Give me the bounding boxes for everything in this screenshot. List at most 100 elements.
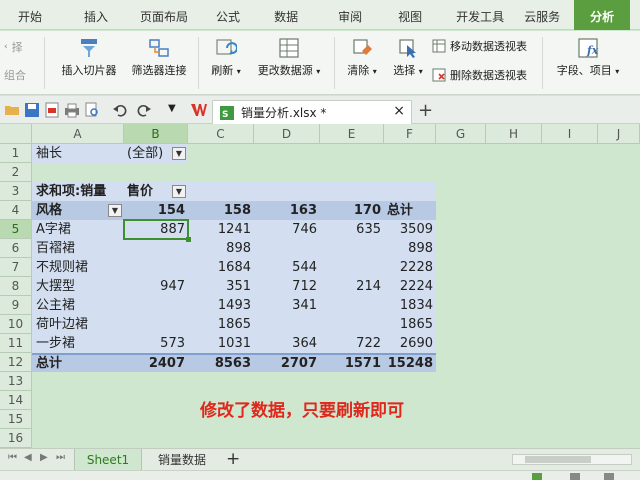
normal-view-icon[interactable]	[532, 473, 542, 480]
pivot-row-label[interactable]: 公主裙	[33, 296, 78, 315]
add-sheet-button[interactable]: +	[226, 449, 240, 469]
tab-developer[interactable]: 开发工具	[436, 0, 518, 30]
pivot-total-cell[interactable]: 2407	[124, 354, 188, 373]
select-all-corner[interactable]	[0, 124, 32, 144]
row-header[interactable]: 10	[0, 315, 32, 334]
filter-connection-button[interactable]: 筛选器连接	[126, 37, 192, 78]
move-pivot-button[interactable]: 移动数据透视表	[432, 38, 527, 54]
pivot-cell[interactable]	[320, 239, 384, 258]
file-tab[interactable]: S 销量分析.xlsx * ×	[212, 100, 412, 124]
row-header[interactable]: 11	[0, 334, 32, 353]
row-header[interactable]: 3	[0, 182, 32, 201]
pivot-cell[interactable]: 214	[320, 277, 384, 296]
pivot-cell-total[interactable]: 2690	[384, 334, 436, 353]
pivot-total-cell[interactable]: 1571	[320, 354, 384, 373]
pivot-cell[interactable]: 722	[320, 334, 384, 353]
pivot-total-cell[interactable]: 2707	[254, 354, 320, 373]
column-header-b[interactable]: B	[124, 124, 188, 144]
column-header-d[interactable]: D	[254, 124, 320, 144]
spreadsheet-grid[interactable]: A B C D E F G H I J 1 2 3 4 5 6 7 8 9 10…	[0, 124, 640, 448]
last-sheet-icon[interactable]: ⏭	[56, 452, 65, 463]
pivot-cell-total[interactable]: 3509	[384, 220, 436, 239]
pivot-row-label[interactable]: 大摆型	[33, 277, 78, 296]
horizontal-scrollbar[interactable]	[512, 454, 632, 465]
row-header[interactable]: 9	[0, 296, 32, 315]
sheet-tab-sheet1[interactable]: Sheet1	[74, 449, 142, 471]
customize-toolbar-dropdown-icon[interactable]: ▼	[168, 103, 176, 114]
first-sheet-icon[interactable]: ⏮	[8, 452, 17, 463]
row-header[interactable]: 12	[0, 353, 32, 372]
sheet-tab-sales-data[interactable]: 销量数据	[146, 449, 218, 471]
pivot-cell[interactable]: 351	[188, 277, 254, 296]
column-header-i[interactable]: I	[542, 124, 598, 144]
fill-handle[interactable]	[186, 237, 191, 242]
pivot-cell[interactable]: 1241	[188, 220, 254, 239]
pivot-cell[interactable]: 341	[254, 296, 320, 315]
column-header-g[interactable]: G	[436, 124, 486, 144]
pivot-filter-value[interactable]: (全部)	[124, 144, 166, 163]
pivot-cell[interactable]: 635	[320, 220, 384, 239]
tab-insert[interactable]: 插入	[56, 0, 122, 30]
row-header[interactable]: 7	[0, 258, 32, 277]
next-sheet-icon[interactable]: ▶	[40, 452, 48, 463]
pivot-cell[interactable]: 1684	[188, 258, 254, 277]
pivot-cell[interactable]: 746	[254, 220, 320, 239]
pivot-cell[interactable]	[124, 239, 188, 258]
tab-home[interactable]: 开始	[0, 0, 56, 30]
pivot-row-label[interactable]: 一步裙	[33, 334, 78, 353]
pivot-cell-total[interactable]: 1865	[384, 315, 436, 334]
row-header[interactable]: 13	[0, 372, 32, 391]
pivot-cell[interactable]	[124, 258, 188, 277]
refresh-button[interactable]: 刷新 ▾	[206, 37, 246, 78]
pivot-cell-total[interactable]: 2228	[384, 258, 436, 277]
column-header-f[interactable]: F	[384, 124, 436, 144]
row-header[interactable]: 6	[0, 239, 32, 258]
change-data-source-button[interactable]: 更改数据源 ▾	[250, 37, 328, 78]
column-header-e[interactable]: E	[320, 124, 384, 144]
tab-review[interactable]: 审阅	[312, 0, 376, 30]
wps-logo-icon[interactable]	[190, 101, 208, 119]
pivot-cell[interactable]: 712	[254, 277, 320, 296]
save-icon[interactable]	[24, 102, 40, 118]
pivot-cell-total[interactable]: 1834	[384, 296, 436, 315]
filter-dropdown-icon[interactable]: ▼	[172, 147, 186, 160]
column-header-h[interactable]: H	[486, 124, 542, 144]
pivot-cell[interactable]: 573	[124, 334, 188, 353]
pivot-cell[interactable]	[124, 315, 188, 334]
pivot-cell[interactable]: 1031	[188, 334, 254, 353]
redo-icon[interactable]	[136, 102, 152, 118]
group-partial-button[interactable]: 组合	[4, 67, 26, 83]
row-header[interactable]: 5	[0, 220, 32, 239]
pivot-total-cell[interactable]: 8563	[188, 354, 254, 373]
undo-icon[interactable]	[112, 102, 128, 118]
clear-button[interactable]: 清除 ▾	[340, 37, 384, 78]
tab-analyze[interactable]: 分析	[574, 0, 631, 30]
pivot-grand-total[interactable]: 15248	[384, 354, 436, 373]
new-tab-button[interactable]: +	[418, 100, 433, 121]
pivot-cell[interactable]: 947	[124, 277, 188, 296]
page-break-view-icon[interactable]	[604, 473, 614, 480]
tab-cloud[interactable]: 云服务	[518, 0, 574, 30]
tab-page-layout[interactable]: 页面布局	[122, 0, 202, 30]
print-preview-icon[interactable]	[84, 102, 100, 118]
row-header[interactable]: 2	[0, 163, 32, 182]
prev-sheet-icon[interactable]: ◀	[24, 452, 32, 463]
tab-view[interactable]: 视图	[376, 0, 436, 30]
col-field-dropdown-icon[interactable]: ▼	[172, 185, 186, 198]
pivot-cell[interactable]: 364	[254, 334, 320, 353]
select-partial-button[interactable]: ‹ 择	[4, 39, 23, 55]
pivot-cell-total[interactable]: 898	[384, 239, 436, 258]
pivot-row-label[interactable]: 不规则裙	[33, 258, 91, 277]
pivot-row-label[interactable]: 百褶裙	[33, 239, 78, 258]
scrollbar-thumb[interactable]	[525, 456, 591, 463]
pivot-cell[interactable]	[320, 296, 384, 315]
pivot-row-label[interactable]: 荷叶边裙	[33, 315, 91, 334]
pivot-cell[interactable]: 544	[254, 258, 320, 277]
column-header-a[interactable]: A	[32, 124, 124, 144]
row-header[interactable]: 1	[0, 144, 32, 163]
tab-data[interactable]: 数据	[254, 0, 312, 30]
pivot-cell[interactable]	[254, 315, 320, 334]
row-field-dropdown-icon[interactable]: ▼	[108, 204, 122, 217]
tab-formula[interactable]: 公式	[202, 0, 254, 30]
column-header-c[interactable]: C	[188, 124, 254, 144]
